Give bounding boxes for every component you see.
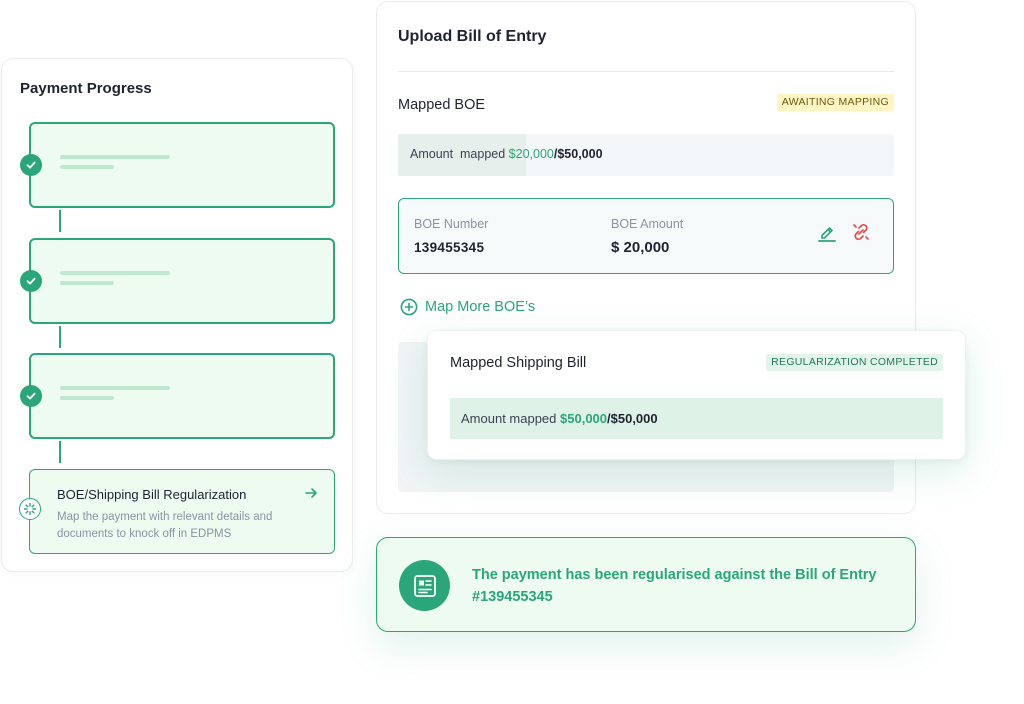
placeholder-line: [60, 165, 114, 169]
placeholder-line: [60, 155, 170, 159]
progress-step-2[interactable]: [20, 238, 335, 324]
step-description: Map the payment with relevant details an…: [57, 511, 273, 540]
amount-mapped-text: Amount mapped $20,000/$50,000: [410, 147, 603, 161]
divider: [398, 71, 894, 72]
spinner-icon: [19, 498, 41, 520]
plus-circle-icon: [400, 298, 418, 316]
arrow-right-icon[interactable]: [304, 486, 318, 505]
mapped-shipping-bill-card: Mapped Shipping Bill REGULARIZATION COMP…: [427, 330, 966, 460]
amount-mapped-value: $50,000: [560, 411, 608, 426]
document-icon: [399, 560, 450, 611]
step-title: BOE/Shipping Bill Regularization: [57, 487, 247, 502]
status-badge: AWAITING MAPPING: [776, 94, 894, 111]
map-more-label: Map More BOE’s: [425, 299, 536, 315]
amount-mapped-value: $20,000: [508, 147, 554, 161]
boe-number-value: 139455345: [414, 240, 485, 255]
pencil-edit-icon[interactable]: [816, 221, 838, 243]
amount-mapped-bar: Amount mapped $20,000/$50,000: [398, 134, 894, 176]
shipping-bill-title: Mapped Shipping Bill: [450, 355, 587, 371]
step-connector: [59, 326, 61, 348]
step-connector: [59, 210, 61, 232]
map-more-boe-button[interactable]: Map More BOE’s: [400, 298, 535, 316]
amount-total-value: /$50,000: [553, 147, 603, 161]
status-badge: REGULARIZATION COMPLETED: [766, 354, 943, 371]
boe-entry-row: BOE Number 139455345 BOE Amount $ 20,000: [398, 198, 894, 274]
upload-boe-title: Upload Bill of Entry: [398, 28, 547, 45]
placeholder-line: [60, 396, 114, 400]
placeholder-line: [60, 386, 170, 390]
payment-progress-title: Payment Progress: [20, 80, 152, 97]
progress-step-regularization[interactable]: BOE/Shipping Bill Regularization Map the…: [19, 469, 335, 554]
check-icon: [20, 270, 42, 292]
check-icon: [20, 385, 42, 407]
check-icon: [20, 154, 42, 176]
amount-label: Amount mapped: [410, 147, 509, 161]
boe-amount-value: $ 20,000: [611, 239, 670, 256]
placeholder-line: [60, 271, 170, 275]
payment-progress-card: Payment Progress BOE/Shipping Bill Regul…: [1, 58, 353, 572]
unlink-icon[interactable]: [850, 221, 872, 243]
placeholder-line: [60, 281, 114, 285]
success-banner: The payment has been regularised against…: [376, 537, 916, 632]
boe-number-label: BOE Number: [414, 217, 489, 231]
progress-step-3[interactable]: [20, 353, 335, 439]
shipping-amount-bar: Amount mapped $50,000/$50,000: [450, 398, 943, 439]
step-connector: [59, 441, 61, 463]
success-message: The payment has been regularised against…: [472, 567, 877, 605]
amount-total-value: /$50,000: [607, 411, 658, 426]
boe-amount-label: BOE Amount: [611, 217, 684, 231]
amount-label: Amount mapped: [461, 411, 561, 426]
shipping-amount-text: Amount mapped $50,000/$50,000: [461, 411, 658, 426]
mapped-boe-label: Mapped BOE: [398, 97, 486, 113]
progress-step-1[interactable]: [20, 122, 335, 208]
